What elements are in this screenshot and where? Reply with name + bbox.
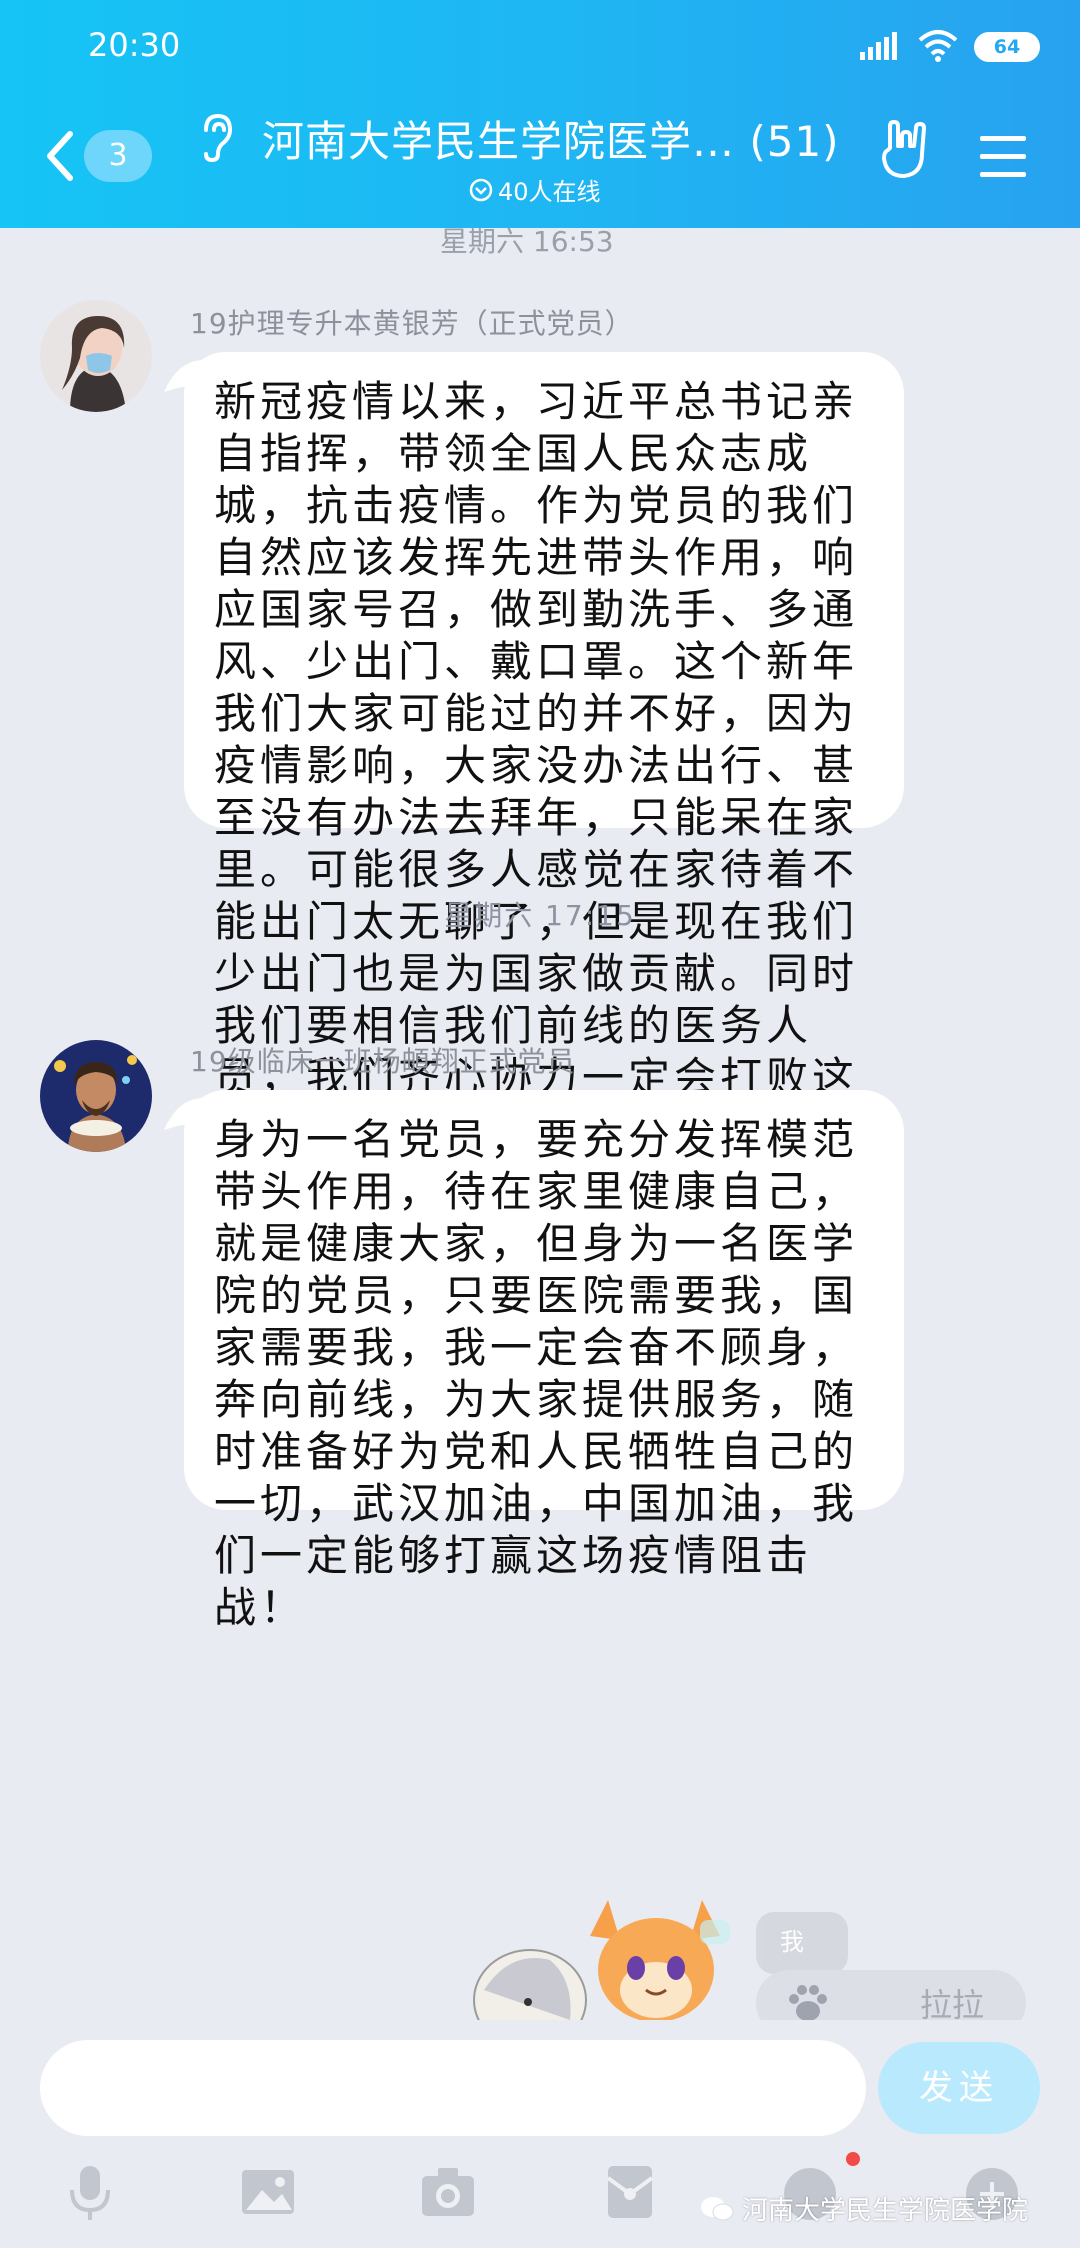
status-bar: 20:30 64 <box>0 22 1080 72</box>
notification-dot <box>846 2152 860 2166</box>
online-count-label: 40人在线 <box>498 178 601 206</box>
group-title[interactable]: 河南大学民生学院医学… (51) <box>262 108 842 168</box>
microphone-icon[interactable] <box>58 2160 122 2224</box>
avatar[interactable] <box>40 300 152 412</box>
message-bubble[interactable]: 身为一名党员，要充分发挥模范带头作用，待在家里健康自己，就是健康大家，但身为一名… <box>184 1090 904 1632</box>
back-button[interactable] <box>40 126 80 186</box>
me-chip[interactable]: 我 <box>756 1912 848 1974</box>
chat-header: 20:30 64 3 河南大学民生学院医学… (51) 40人在线 <box>0 0 1080 228</box>
online-count[interactable]: 40人在线 <box>468 172 601 207</box>
signal-icon <box>860 32 897 60</box>
red-packet-icon[interactable] <box>598 2160 662 2224</box>
hand-gesture-icon[interactable] <box>876 118 932 182</box>
watermark: 河南大学民生学院医学院 <box>700 2190 1028 2227</box>
avatar-woman-icon <box>40 300 152 412</box>
message-input[interactable] <box>40 2040 866 2136</box>
send-button[interactable]: 发送 <box>878 2042 1040 2134</box>
chevron-circle-icon <box>469 178 493 201</box>
sender-name: 19级临床一班杨頔翔正式党员 <box>190 1045 576 1078</box>
message-list[interactable]: 星期六 16:53 19护理专升本黄银芳（正式党员） 新冠疫情以来，习近平总书记… <box>0 225 1080 2020</box>
sender-name: 19护理专升本黄银芳（正式党员） <box>190 307 634 340</box>
watermark-text: 河南大学民生学院医学院 <box>742 2196 1029 2226</box>
status-time: 20:30 <box>88 26 181 64</box>
message-bubble[interactable]: 新冠疫情以来，习近平总书记亲自指挥，带领全国人民众志成城，抗击疫情。作为党员的我… <box>184 352 904 1206</box>
wechat-icon <box>701 2196 734 2220</box>
wifi-icon <box>918 30 958 62</box>
unread-badge[interactable]: 3 <box>84 130 152 182</box>
sticker-characters[interactable] <box>470 1880 730 2040</box>
battery-indicator: 64 <box>974 32 1040 62</box>
paw-icon <box>789 1985 827 2021</box>
menu-icon[interactable] <box>978 134 1028 180</box>
avatar-man-icon <box>40 1040 152 1152</box>
timestamp: 星期六 17:15 <box>444 899 636 932</box>
avatar[interactable] <box>40 1040 152 1152</box>
image-icon[interactable] <box>236 2160 300 2224</box>
timestamp-cutoff: 星期六 16:53 <box>440 225 614 258</box>
camera-icon[interactable] <box>416 2160 480 2224</box>
ear-icon[interactable] <box>196 112 236 164</box>
